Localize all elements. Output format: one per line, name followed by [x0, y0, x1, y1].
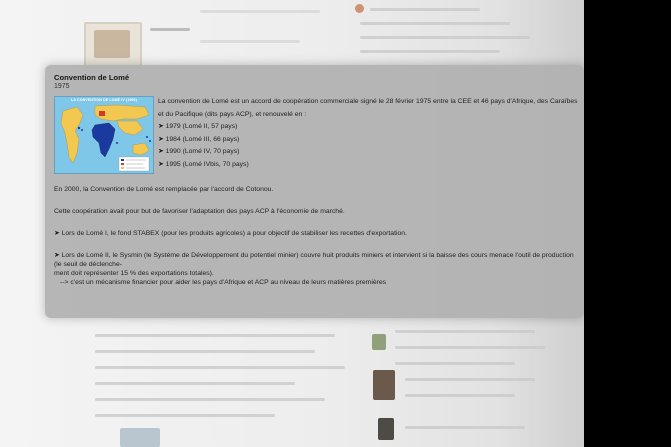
map-title: LA CONVENTION DE LOMÉ IV (1990) [71, 98, 137, 102]
world-map-graphic [60, 104, 151, 172]
black-margin [584, 0, 671, 447]
card-year: 1975 [54, 83, 70, 90]
purpose-paragraph: Cette coopération avait pour but de favo… [54, 208, 345, 215]
background-thumbnail [372, 334, 386, 350]
intro-paragraph: La convention de Lomé est un accord de c… [158, 98, 578, 118]
stabex-paragraph: ➤ Lors de Lomé I, le fond STABEX (pour l… [54, 230, 407, 237]
sysmin-paragraph-line2: ment doit représenter 15 % des exportati… [54, 270, 214, 277]
intro-text: La convention de Lomé est un accord de c… [158, 96, 578, 171]
renewal-item: ➤ 1995 (Lomé IVbis, 70 pays) [158, 160, 249, 168]
lome-convention-map-image[interactable]: LA CONVENTION DE LOMÉ IV (1990) [54, 96, 154, 174]
renewal-item: ➤ 1984 (Lomé III, 66 pays) [158, 135, 240, 143]
background-thumbnail [120, 428, 160, 447]
sysmin-paragraph-line1: ➤ Lors de Lomé II, le Sysmin (le Système… [54, 252, 574, 268]
renewal-item: ➤ 1979 (Lomé II, 57 pays) [158, 123, 238, 130]
background-thumbnail [373, 370, 395, 400]
lome-convention-card[interactable]: Convention de Lomé 1975 LA CONVENTION DE… [45, 65, 584, 318]
background-thumbnail [84, 22, 142, 68]
background-thumbnail [378, 418, 394, 440]
cotonou-paragraph: En 2000, la Convention de Lomé est rempl… [54, 186, 274, 193]
renewal-item: ➤ 1990 (Lomé IV, 70 pays) [158, 148, 240, 155]
card-title: Convention de Lomé [54, 73, 130, 82]
mechanism-paragraph: --> c'est un mécanisme financier pour ai… [60, 279, 387, 286]
